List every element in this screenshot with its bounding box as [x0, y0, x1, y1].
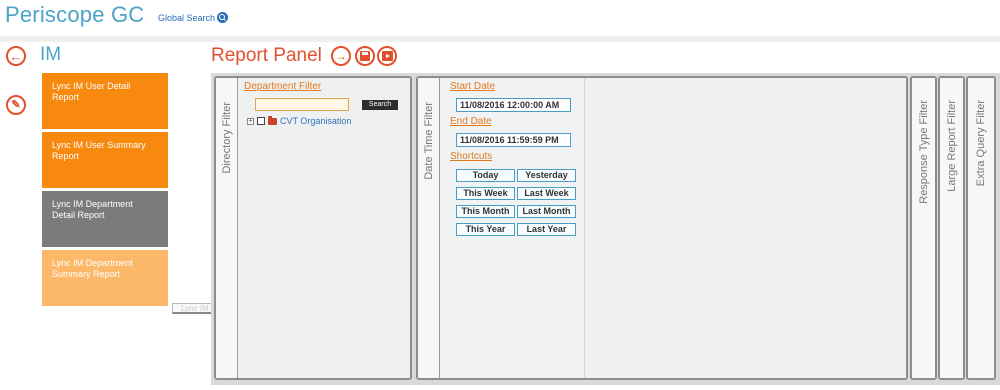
directory-filter-tab[interactable]: Directory Filter [216, 78, 238, 378]
app-title: Periscope GC [5, 2, 145, 27]
extra-query-filter-tab[interactable]: Extra Query Filter [968, 78, 994, 378]
floppy-disk-icon[interactable] [360, 51, 370, 61]
date-time-filter-empty-area [586, 78, 906, 378]
shortcut-today-button[interactable]: Today [456, 169, 515, 182]
date-time-filter-tab[interactable]: Date Time Filter [418, 78, 440, 378]
large-report-filter-panel[interactable]: Large Report Filter [938, 76, 965, 380]
tree-node-label[interactable]: CVT Organisation [280, 116, 351, 126]
app-header: Periscope GC Global Search [0, 0, 1000, 36]
shortcut-last-year-button[interactable]: Last Year [517, 223, 576, 236]
date-time-filter-panel: Date Time Filter Start Date 11/08/2016 1… [416, 76, 908, 380]
large-report-filter-label[interactable]: Large Report Filter [946, 100, 958, 192]
folder-icon [268, 115, 277, 125]
date-time-filter-tab-label[interactable]: Date Time Filter [423, 102, 435, 180]
pencil-icon[interactable]: ✎ [11, 99, 20, 111]
extra-query-filter-panel[interactable]: Extra Query Filter [966, 76, 996, 380]
global-search-label[interactable]: Global Search [158, 13, 215, 23]
directory-filter-panel: Directory Filter Department Filter Searc… [214, 76, 412, 380]
end-date-input[interactable]: 11/08/2016 11:59:59 PM [456, 133, 571, 147]
report-tile-user-summary[interactable]: Lync IM User Summary Report [42, 132, 168, 188]
section-title: IM [40, 44, 62, 65]
tree-node-cvt-organisation[interactable]: + CVT Organisation [247, 115, 351, 126]
video-play-icon[interactable] [381, 51, 393, 61]
response-type-filter-panel[interactable]: Response Type Filter [910, 76, 937, 380]
date-controls: Start Date 11/08/2016 12:00:00 AM End Da… [440, 78, 585, 378]
shortcut-last-week-button[interactable]: Last Week [517, 187, 576, 200]
arrow-left-icon[interactable]: ← [10, 50, 23, 63]
extra-query-filter-label[interactable]: Extra Query Filter [975, 100, 987, 186]
response-type-filter-tab[interactable]: Response Type Filter [912, 78, 935, 378]
tree-node-checkbox[interactable] [257, 117, 265, 125]
shortcut-last-month-button[interactable]: Last Month [517, 205, 576, 218]
report-panel-title: Report Panel [211, 45, 322, 66]
run-report-button[interactable]: → [331, 46, 351, 66]
header-divider [0, 36, 1000, 42]
tree-expand-toggle[interactable]: + [247, 117, 254, 125]
edit-button[interactable]: ✎ [6, 95, 26, 115]
directory-filter-tab-label[interactable]: Directory Filter [221, 102, 233, 174]
department-filter-label[interactable]: Department Filter [244, 81, 321, 92]
start-date-label: Start Date [450, 81, 496, 92]
arrow-right-icon[interactable]: → [335, 49, 347, 63]
schedule-report-button[interactable] [377, 46, 397, 66]
search-icon[interactable] [217, 12, 229, 23]
shortcut-this-week-button[interactable]: This Week [456, 187, 515, 200]
shortcut-yesterday-button[interactable]: Yesterday [517, 169, 576, 182]
large-report-filter-tab[interactable]: Large Report Filter [940, 78, 963, 378]
shortcut-this-month-button[interactable]: This Month [456, 205, 515, 218]
end-date-label: End Date [450, 116, 492, 127]
shortcut-this-year-button[interactable]: This Year [456, 223, 515, 236]
back-button[interactable]: ← [6, 46, 26, 66]
report-tile-user-detail[interactable]: Lync IM User Detail Report [42, 73, 168, 129]
department-search-input[interactable] [255, 98, 349, 111]
shortcuts-label: Shortcuts [450, 151, 493, 162]
report-tile-department-detail[interactable]: Lync IM Department Detail Report [42, 191, 168, 247]
department-search-button[interactable]: Search [362, 100, 398, 110]
response-type-filter-label[interactable]: Response Type Filter [918, 100, 930, 204]
report-tile-department-summary[interactable]: Lync IM Department Summary Report [42, 250, 168, 306]
global-search-link[interactable]: Global Search [158, 12, 229, 23]
start-date-input[interactable]: 11/08/2016 12:00:00 AM [456, 98, 571, 112]
save-report-button[interactable] [355, 46, 375, 66]
